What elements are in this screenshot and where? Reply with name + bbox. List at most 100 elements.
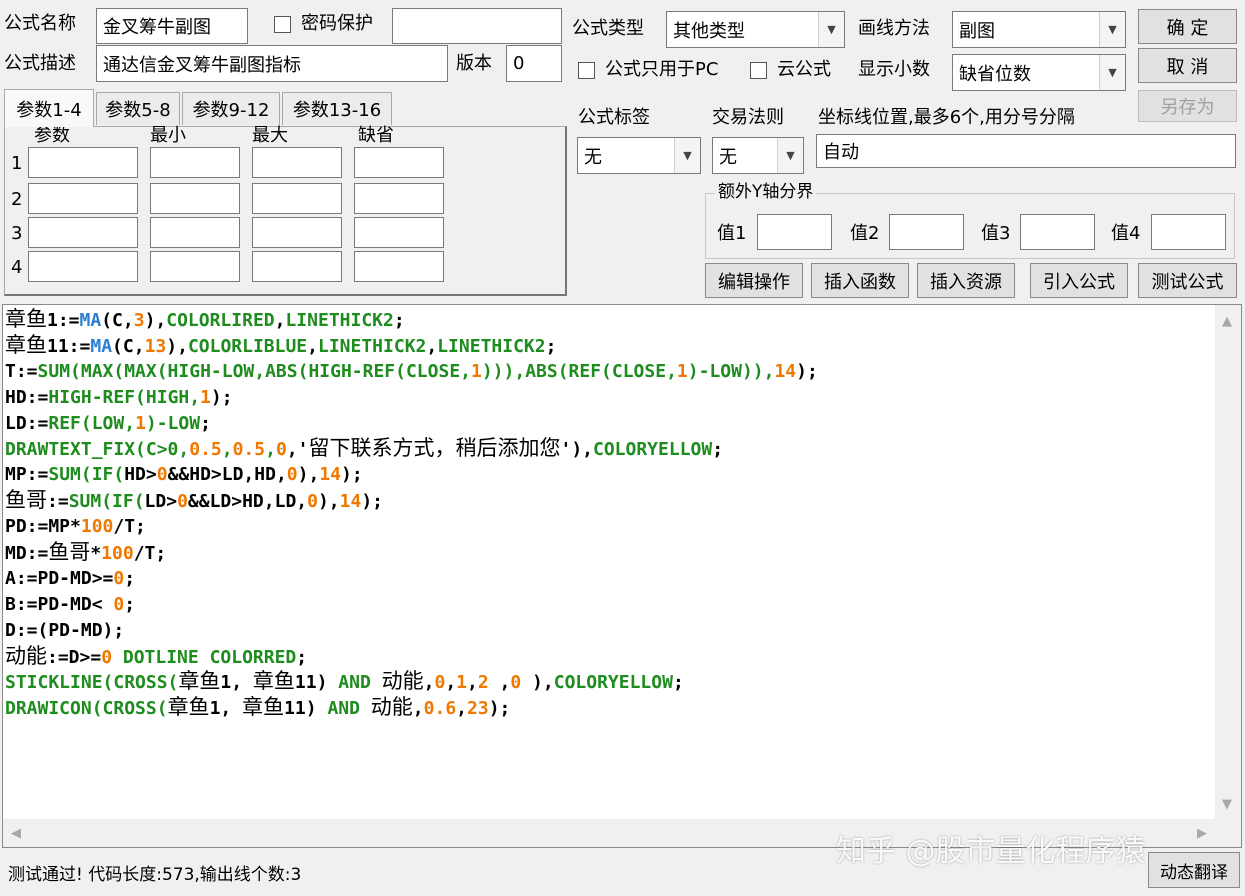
decimal-select[interactable]: 缺省位数 ▼ bbox=[952, 54, 1126, 91]
code-line[interactable]: 动能:=D>=0 DOTLINE COLORRED; bbox=[5, 644, 1213, 670]
tab-params-1-4[interactable]: 参数1-4 bbox=[4, 89, 94, 127]
code-token: ), bbox=[144, 310, 167, 331]
code-token: 1, bbox=[220, 672, 253, 694]
code-token: 章鱼 bbox=[5, 307, 47, 331]
code-token: A:=PD-MD>= bbox=[5, 567, 114, 589]
param-2-max-input[interactable] bbox=[252, 183, 342, 214]
code-line[interactable]: HD:=HIGH-REF(HIGH,1); bbox=[5, 385, 1213, 411]
code-token: ; bbox=[545, 335, 557, 357]
scroll-up-icon[interactable]: ▲ bbox=[1222, 315, 1232, 328]
code-token: , bbox=[307, 335, 318, 357]
code-line[interactable]: D:=(PD-MD); bbox=[5, 618, 1213, 644]
param-4-default-input[interactable] bbox=[354, 251, 444, 282]
code-token: 动能 bbox=[5, 643, 47, 668]
code-token: , bbox=[265, 439, 276, 461]
param-1-max-input[interactable] bbox=[252, 147, 342, 178]
scroll-left-icon[interactable]: ◀ bbox=[11, 827, 21, 840]
cancel-button[interactable]: 取 消 bbox=[1138, 48, 1237, 83]
code-token: SUM(IF( bbox=[48, 464, 125, 486]
code-line[interactable]: B:=PD-MD< 0; bbox=[5, 592, 1213, 618]
pc-only-checkbox[interactable] bbox=[578, 62, 595, 79]
dynamic-translate-button[interactable]: 动态翻译 bbox=[1148, 852, 1240, 888]
param-4-min-input[interactable] bbox=[150, 251, 240, 282]
code-line[interactable]: 章鱼11:=MA(C,13),COLORLIBLUE,LINETHICK2,LI… bbox=[5, 333, 1213, 359]
insert-function-button[interactable]: 插入函数 bbox=[811, 263, 909, 298]
formula-name-input[interactable] bbox=[96, 8, 248, 44]
param-4-name-input[interactable] bbox=[28, 251, 138, 282]
code-token: )-LOW)), bbox=[687, 360, 775, 382]
param-1-default-input[interactable] bbox=[354, 147, 444, 178]
param-1-min-input[interactable] bbox=[150, 147, 240, 178]
ok-button[interactable]: 确 定 bbox=[1138, 9, 1237, 44]
formula-code-editor[interactable]: 章鱼1:=MA(C,3),COLORLIRED,LINETHICK2; 章鱼11:… bbox=[2, 304, 1242, 848]
import-formula-button[interactable]: 引入公式 bbox=[1030, 263, 1128, 298]
param-2-min-input[interactable] bbox=[150, 183, 240, 214]
code-token: 0 bbox=[177, 491, 188, 513]
y-value-2-input[interactable] bbox=[889, 214, 964, 250]
edit-operations-button[interactable]: 编辑操作 bbox=[705, 263, 803, 298]
tab-params-9-12[interactable]: 参数9-12 bbox=[182, 92, 280, 125]
y-value-4-input[interactable] bbox=[1151, 214, 1226, 250]
draw-method-select[interactable]: 副图 ▼ bbox=[952, 11, 1126, 48]
param-3-name-input[interactable] bbox=[28, 217, 138, 248]
code-line[interactable]: LD:=REF(LOW,1)-LOW; bbox=[5, 411, 1213, 437]
vertical-scrollbar[interactable]: ▲ ▼ bbox=[1215, 305, 1241, 819]
code-token: LD:= bbox=[5, 412, 49, 434]
param-4-max-input[interactable] bbox=[252, 251, 342, 282]
code-line[interactable]: MD:=鱼哥*100/T; bbox=[5, 540, 1213, 566]
chevron-down-icon: ▼ bbox=[818, 12, 844, 47]
code-line[interactable]: 章鱼1:=MA(C,3),COLORLIRED,LINETHICK2; bbox=[5, 307, 1213, 333]
code-token: , bbox=[412, 698, 424, 720]
code-line[interactable]: 鱼哥:=SUM(IF(LD>0&&LD>HD,LD,0),14); bbox=[5, 488, 1213, 514]
param-3-min-input[interactable] bbox=[150, 217, 240, 248]
code-token: 0 bbox=[510, 672, 522, 694]
param-1-name-input[interactable] bbox=[28, 147, 138, 178]
formula-desc-input[interactable] bbox=[96, 45, 448, 82]
code-token: &&LD>HD,LD, bbox=[187, 491, 308, 513]
param-2-name-input[interactable] bbox=[28, 183, 138, 214]
code-token: LINETHICK2 bbox=[318, 335, 427, 357]
y-value-3-input[interactable] bbox=[1020, 214, 1095, 250]
cloud-formula-checkbox[interactable] bbox=[750, 62, 767, 79]
code-token: (C, bbox=[101, 310, 134, 331]
trade-rule-select[interactable]: 无 ▼ bbox=[712, 137, 804, 174]
pc-only-label: 公式只用于PC bbox=[605, 59, 719, 80]
password-input[interactable] bbox=[392, 8, 562, 44]
code-line[interactable]: T:=SUM(MAX(MAX(HIGH-LOW,ABS(HIGH-REF(CLO… bbox=[5, 359, 1213, 385]
code-token: 23 bbox=[467, 698, 489, 720]
param-3-default-input[interactable] bbox=[354, 217, 444, 248]
password-protect-checkbox[interactable] bbox=[274, 16, 291, 33]
code-text[interactable]: 章鱼1:=MA(C,3),COLORLIRED,LINETHICK2; 章鱼11:… bbox=[5, 307, 1213, 721]
scroll-right-icon[interactable]: ▶ bbox=[1197, 827, 1207, 840]
insert-resource-button[interactable]: 插入资源 bbox=[917, 263, 1015, 298]
code-line[interactable]: MP:=SUM(IF(HD>0&&HD>LD,HD,0),14); bbox=[5, 462, 1213, 488]
code-token: ), bbox=[317, 491, 340, 513]
code-token: ), bbox=[521, 672, 554, 694]
param-3-max-input[interactable] bbox=[252, 217, 342, 248]
code-token: 0 bbox=[156, 464, 168, 486]
formula-type-select[interactable]: 其他类型 ▼ bbox=[666, 11, 845, 48]
version-input[interactable] bbox=[506, 45, 562, 82]
axis-line-input[interactable] bbox=[816, 134, 1236, 168]
code-line[interactable]: PD:=MP*100/T; bbox=[5, 514, 1213, 540]
code-line[interactable]: STICKLINE(CROSS(章鱼1, 章鱼11) AND 动能,0,1,2 … bbox=[5, 669, 1213, 695]
trade-rule-label: 交易法则 bbox=[712, 107, 784, 128]
code-line[interactable]: DRAWICON(CROSS(章鱼1, 章鱼11) AND 动能,0.6,23)… bbox=[5, 695, 1213, 721]
formula-tag-select[interactable]: 无 ▼ bbox=[577, 137, 701, 174]
param-2-default-input[interactable] bbox=[354, 183, 444, 214]
code-token: , bbox=[426, 335, 438, 357]
tab-params-5-8[interactable]: 参数5-8 bbox=[96, 92, 180, 125]
code-token: , bbox=[221, 439, 233, 461]
code-line[interactable]: A:=PD-MD>=0; bbox=[5, 566, 1213, 592]
y-value-2-label: 值2 bbox=[850, 223, 880, 244]
y-value-1-input[interactable] bbox=[757, 214, 832, 250]
tab-params-13-16[interactable]: 参数13-16 bbox=[282, 92, 392, 125]
code-line[interactable]: DRAWTEXT_FIX(C>0,0.5,0.5,0,'留下联系方式，稍后添加您… bbox=[5, 436, 1213, 462]
code-token: HD:= bbox=[5, 386, 49, 408]
test-formula-button[interactable]: 测试公式 bbox=[1138, 263, 1237, 298]
code-token: :=D>= bbox=[47, 646, 102, 668]
code-token: 2 bbox=[477, 672, 489, 694]
save-as-button[interactable]: 另存为 bbox=[1138, 90, 1237, 122]
scroll-down-icon[interactable]: ▼ bbox=[1222, 798, 1232, 811]
code-token: 100 bbox=[80, 516, 114, 538]
